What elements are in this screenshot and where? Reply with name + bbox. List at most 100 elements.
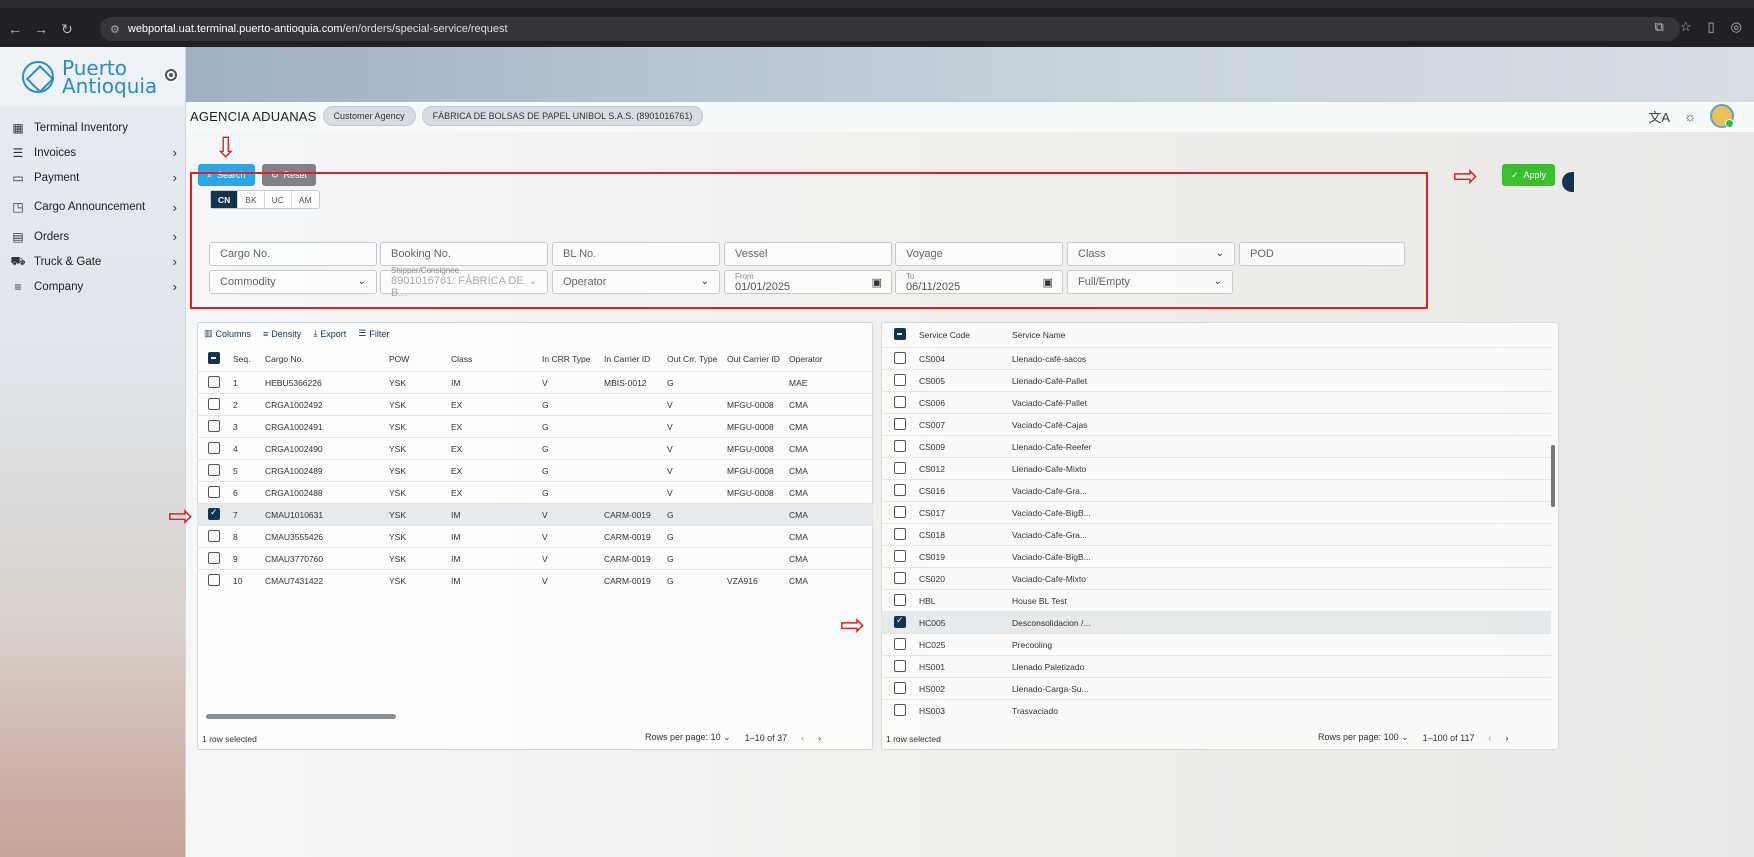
sidebar-item-company[interactable]: ≡ Company › [0, 274, 185, 299]
sidebar-item-invoices[interactable]: ☰ Invoices › [0, 140, 185, 165]
prev-page-icon[interactable]: ‹ [801, 733, 804, 743]
forward-icon[interactable]: → [30, 21, 52, 37]
rows-per-page-select[interactable]: 100 ⌄ [1384, 732, 1409, 742]
table-row[interactable]: 9 CMAU3770760 YSK IM V CARM-0019 G CMA [197, 547, 873, 569]
row-checkbox[interactable] [894, 682, 906, 694]
table-row[interactable]: CS018 Vaciado-Cafe-Gra... [881, 523, 1551, 545]
column-header[interactable]: Out Carrier ID [727, 354, 780, 364]
pin-sidebar-icon[interactable] [165, 69, 177, 81]
row-checkbox[interactable] [208, 507, 220, 520]
table-row[interactable]: CS016 Vaciado-Cafe-Gra... [881, 479, 1551, 501]
table-row[interactable]: HBL House BL Test [881, 589, 1551, 611]
column-header[interactable]: POW [389, 354, 409, 364]
prev-page-icon[interactable]: ‹ [1489, 733, 1492, 743]
table-row[interactable]: 6 CRGA1002488 YSK EX G V MFGU-0008 CMA [197, 481, 873, 503]
table-row[interactable]: CS019 Vaciado-Cafe-BigB... [881, 545, 1551, 567]
table-row[interactable]: HC025 Precooling [881, 633, 1551, 655]
select-all-checkbox[interactable] [894, 328, 906, 340]
row-checkbox[interactable] [894, 572, 906, 584]
table-row[interactable]: HS002 Llenado-Carga-Su... [881, 677, 1551, 699]
extensions-icon[interactable]: ▯ [1708, 19, 1715, 35]
columns-button[interactable]: ▥ Columns [204, 328, 251, 339]
row-checkbox[interactable] [894, 594, 906, 606]
table-row[interactable]: HS001 Llenado Paletizado [881, 655, 1551, 677]
avatar[interactable] [1710, 104, 1734, 128]
back-icon[interactable]: ← [4, 21, 26, 37]
column-header[interactable]: Service Name [1012, 330, 1065, 340]
table-row[interactable]: 5 CRGA1002489 YSK EX G V MFGU-0008 CMA [197, 459, 873, 481]
column-header[interactable]: Seq. [233, 354, 251, 364]
row-checkbox[interactable] [208, 442, 220, 454]
rows-per-page-select[interactable]: 10 ⌄ [711, 732, 731, 742]
row-checkbox[interactable] [208, 464, 220, 476]
table-row[interactable]: CS012 Llenado-Cafe-Mixto [881, 457, 1551, 479]
filter-button[interactable]: ☰ Filter [358, 328, 389, 339]
theme-sun-icon[interactable]: ☼ [1684, 109, 1696, 124]
row-checkbox[interactable] [894, 462, 906, 474]
column-header[interactable]: Class [451, 354, 472, 364]
address-bar[interactable]: ⚙ webportal.uat.terminal.puerto-antioqui… [100, 17, 1680, 41]
table-row[interactable]: 1 HEBU5366226 YSK IM V MBIS-0012 G MAE [197, 371, 873, 393]
sidebar-item-orders[interactable]: ▤ Orders › [0, 224, 185, 249]
bookmark-star-icon[interactable]: ☆ [1680, 19, 1692, 35]
next-page-icon[interactable]: › [818, 733, 821, 743]
row-checkbox[interactable] [208, 574, 220, 586]
table-row[interactable]: CS004 Llenado-café-sacos [881, 347, 1551, 369]
row-checkbox[interactable] [208, 530, 220, 542]
sidebar-item-truck-gate[interactable]: ⛟ Truck & Gate › [0, 249, 185, 274]
reload-icon[interactable]: ↻ [56, 21, 78, 38]
translate-icon[interactable]: 文A [1648, 107, 1670, 126]
table-row[interactable]: 7 CMAU1010631 YSK IM V CARM-0019 G CMA [197, 503, 873, 525]
table-row[interactable]: CS005 Llenado-Café-Pallet [881, 369, 1551, 391]
table-row[interactable]: 3 CRGA1002491 YSK EX G V MFGU-0008 CMA [197, 415, 873, 437]
scroll-thumb[interactable] [206, 714, 396, 719]
column-header[interactable]: Service Code [919, 330, 970, 340]
row-checkbox[interactable] [894, 528, 906, 540]
site-info-icon[interactable]: ⚙ [110, 23, 120, 36]
row-checkbox[interactable] [894, 506, 906, 518]
column-header[interactable]: In CRR Type [542, 354, 591, 364]
column-header[interactable]: Cargo No. [265, 354, 304, 364]
apply-button[interactable]: ✓ Apply [1502, 164, 1556, 186]
select-all-checkbox[interactable] [208, 352, 220, 364]
row-checkbox[interactable] [894, 660, 906, 672]
row-checkbox[interactable] [208, 420, 220, 432]
table-row[interactable]: 2 CRGA1002492 YSK EX G V MFGU-0008 CMA [197, 393, 873, 415]
table-row[interactable]: CS020 Vaciado-Cafe-Mixto [881, 567, 1551, 589]
row-checkbox[interactable] [208, 552, 220, 564]
brand-logo[interactable]: Puerto Antioquia [0, 47, 185, 107]
scroll-thumb[interactable] [1551, 445, 1555, 507]
row-checkbox[interactable] [894, 615, 906, 628]
table-row[interactable]: HS003 Trasvaciado [881, 699, 1551, 721]
row-checkbox[interactable] [208, 376, 220, 388]
row-checkbox[interactable] [894, 550, 906, 562]
sidebar-item-payment[interactable]: ▭ Payment › [0, 165, 185, 190]
row-checkbox[interactable] [894, 704, 906, 716]
row-checkbox[interactable] [208, 398, 220, 410]
table-row[interactable]: CS017 Vaciado-Cafe-BigB... [881, 501, 1551, 523]
table-row[interactable]: HC005 Desconsolidacion /... [881, 611, 1551, 633]
row-checkbox[interactable] [208, 486, 220, 498]
row-checkbox[interactable] [894, 418, 906, 430]
translate-icon[interactable]: ⧉ [1655, 19, 1664, 35]
table-row[interactable]: 8 CMAU3555426 YSK IM V CARM-0019 G CMA [197, 525, 873, 547]
row-checkbox[interactable] [894, 484, 906, 496]
table-row[interactable]: CS009 Llenado-Cafe-Reefer [881, 435, 1551, 457]
column-header[interactable]: In Carrier ID [604, 354, 650, 364]
profile-icon[interactable]: ◎ [1731, 19, 1742, 35]
column-header[interactable]: Out Crr. Type [667, 354, 717, 364]
export-button[interactable]: ⤓ Export [313, 328, 346, 339]
row-checkbox[interactable] [894, 440, 906, 452]
vertical-scrollbar[interactable] [1550, 345, 1556, 715]
sidebar-item-cargo-announcement[interactable]: ◳ Cargo Announcement › [0, 190, 185, 224]
table-row[interactable]: CS007 Vaciado-Café-Cajas [881, 413, 1551, 435]
row-checkbox[interactable] [894, 352, 906, 364]
column-header[interactable]: Operator [789, 354, 823, 364]
table-row[interactable]: 4 CRGA1002490 YSK EX G V MFGU-0008 CMA [197, 437, 873, 459]
density-button[interactable]: ≡ Density [263, 328, 301, 339]
horizontal-scrollbar[interactable] [202, 714, 872, 719]
table-row[interactable]: 10 CMAU7431422 YSK IM V CARM-0019 G VZA916 CMA [197, 569, 873, 591]
next-page-icon[interactable]: › [1506, 733, 1509, 743]
row-checkbox[interactable] [894, 396, 906, 408]
sidebar-item-terminal-inventory[interactable]: ▦ Terminal Inventory [0, 115, 185, 140]
